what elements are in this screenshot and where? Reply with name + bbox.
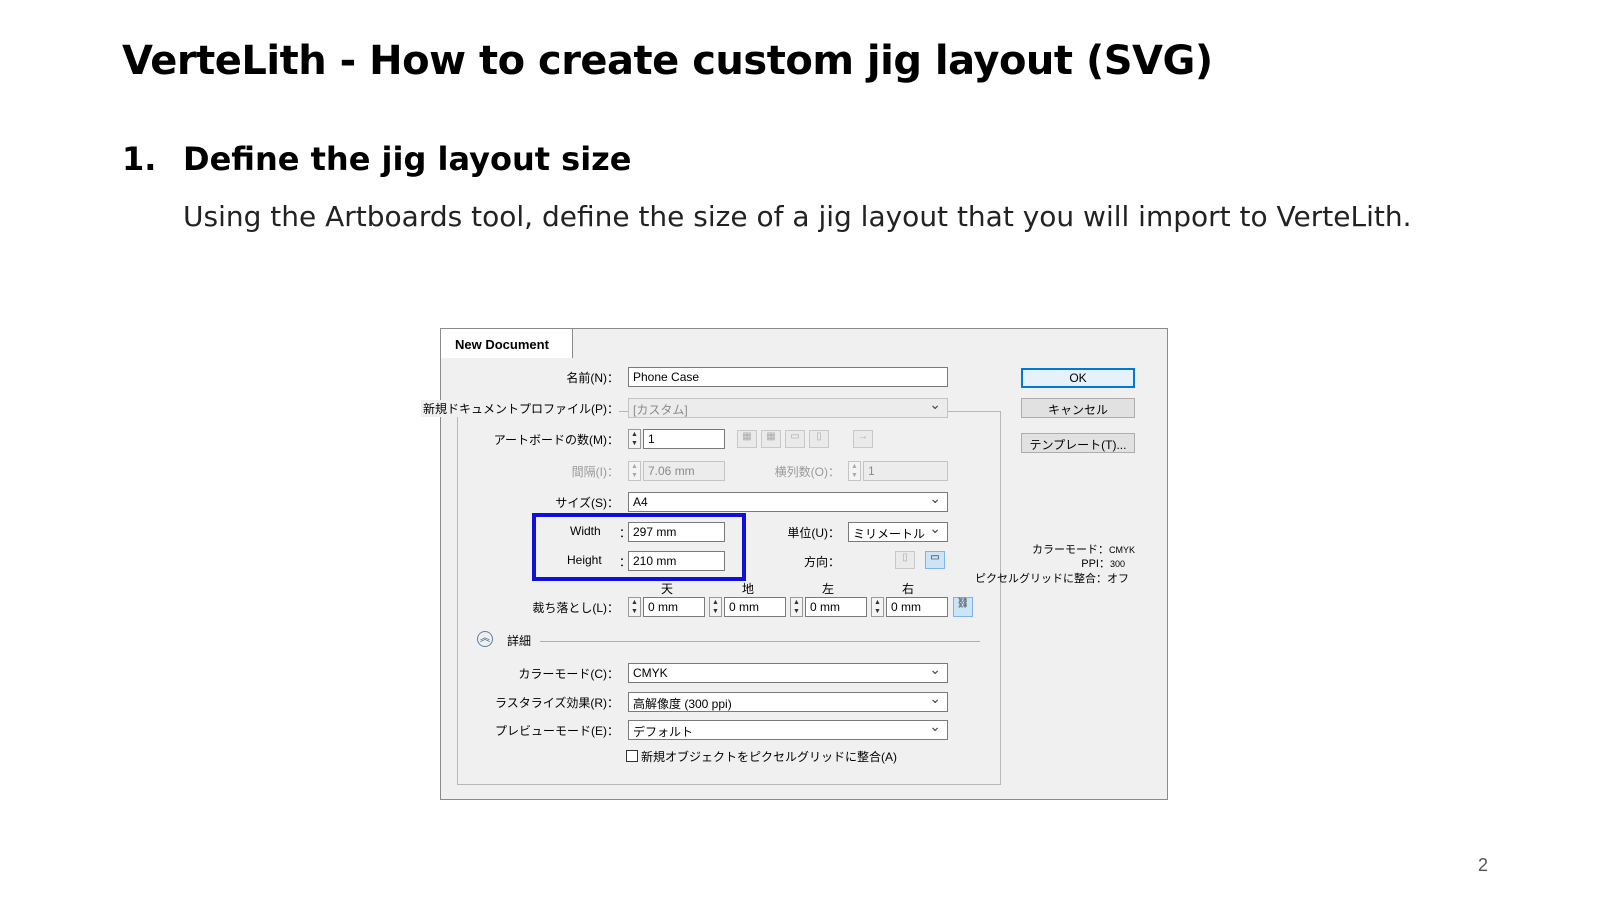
bleed-label: 裁ち落とし(L)： [532,601,619,615]
profile-select[interactable]: [カスタム] [628,398,948,418]
info-pixel-grid: ピクセルグリッドに整合：オフ [975,573,1129,585]
bleed-bottom-input[interactable]: 0 mm [724,597,786,617]
templates-button[interactable]: テンプレート(T)... [1021,433,1135,453]
step-description: Using the Artboards tool, define the siz… [183,200,1412,233]
advanced-label: 詳細 [507,634,532,648]
bleed-right-input[interactable]: 0 mm [886,597,948,617]
landscape-orientation-icon[interactable]: ▭ [925,551,945,569]
preview-mode-label: プレビューモード(E)： [495,724,619,738]
step-number: 1. [122,140,157,178]
bleed-left-input[interactable]: 0 mm [805,597,867,617]
step-title: Define the jig layout size [183,140,632,178]
name-input[interactable]: Phone Case [628,367,948,387]
raster-effects-label: ラスタライズ効果(R)： [494,696,619,710]
bleed-bottom-spinner[interactable]: ▲ ▼ [709,597,722,617]
grid-by-row-icon[interactable]: ▦ [737,430,757,448]
bleed-bottom-label: 地 [742,582,755,596]
spacing-input[interactable]: 7.06 mm [643,461,725,481]
dialog-title: New Document [441,328,573,358]
bleed-top-input[interactable]: 0 mm [643,597,705,617]
spacing-label: 間隔(I)： [571,465,619,479]
artboards-label: アートボードの数(M)： [493,433,619,447]
layout-direction-icon[interactable]: → [853,430,873,448]
columns-spinner[interactable]: ▲ ▼ [848,461,861,481]
bleed-left-spinner[interactable]: ▲ ▼ [790,597,803,617]
size-label: サイズ(S)： [555,496,619,510]
slide-title: VerteLith - How to create custom jig lay… [122,38,1213,84]
portrait-orientation-icon[interactable]: ▯ [895,551,915,569]
units-label: 単位(U)： [787,526,840,540]
columns-label: 横列数(O)： [774,465,840,479]
width-height-highlight-box [532,513,746,581]
artboards-input[interactable]: 1 [643,429,725,449]
advanced-divider [540,641,980,642]
color-mode-select[interactable]: CMYK [628,663,948,683]
info-ppi: PPI：300 [1081,558,1125,570]
profile-label: 新規ドキュメントプロファイル(P)： [421,400,619,417]
name-label: 名前(N)： [566,371,619,385]
spacing-spinner[interactable]: ▲ ▼ [628,461,641,481]
bleed-right-spinner[interactable]: ▲ ▼ [871,597,884,617]
arrange-by-column-icon[interactable]: ▯ [809,430,829,448]
arrange-by-row-icon[interactable]: ▭ [785,430,805,448]
page-number: 2 [1478,855,1489,875]
artboards-spinner[interactable]: ▲ ▼ [628,429,641,449]
align-pixel-grid-checkbox[interactable] [626,750,638,762]
units-select[interactable]: ミリメートル [848,522,948,542]
preview-mode-select[interactable]: デフォルト [628,720,948,740]
orientation-label: 方向： [803,555,840,569]
columns-input[interactable]: 1 [863,461,948,481]
align-pixel-grid-label: 新規オブジェクトをピクセルグリッドに整合(A) [641,750,897,764]
cancel-button[interactable]: キャンセル [1021,398,1135,418]
grid-by-column-icon[interactable]: ▦ [761,430,781,448]
bleed-top-spinner[interactable]: ▲ ▼ [628,597,641,617]
link-bleed-icon[interactable]: ⛓ [953,597,973,617]
collapse-advanced-icon[interactable]: ︽ [477,631,493,647]
bleed-left-label: 左 [822,582,835,596]
color-mode-label: カラーモード(C)： [518,667,619,681]
bleed-top-label: 天 [661,582,674,596]
bleed-right-label: 右 [902,582,915,596]
ok-button[interactable]: OK [1021,368,1135,388]
raster-effects-select[interactable]: 高解像度 (300 ppi) [628,692,948,712]
size-select[interactable]: A4 [628,492,948,512]
